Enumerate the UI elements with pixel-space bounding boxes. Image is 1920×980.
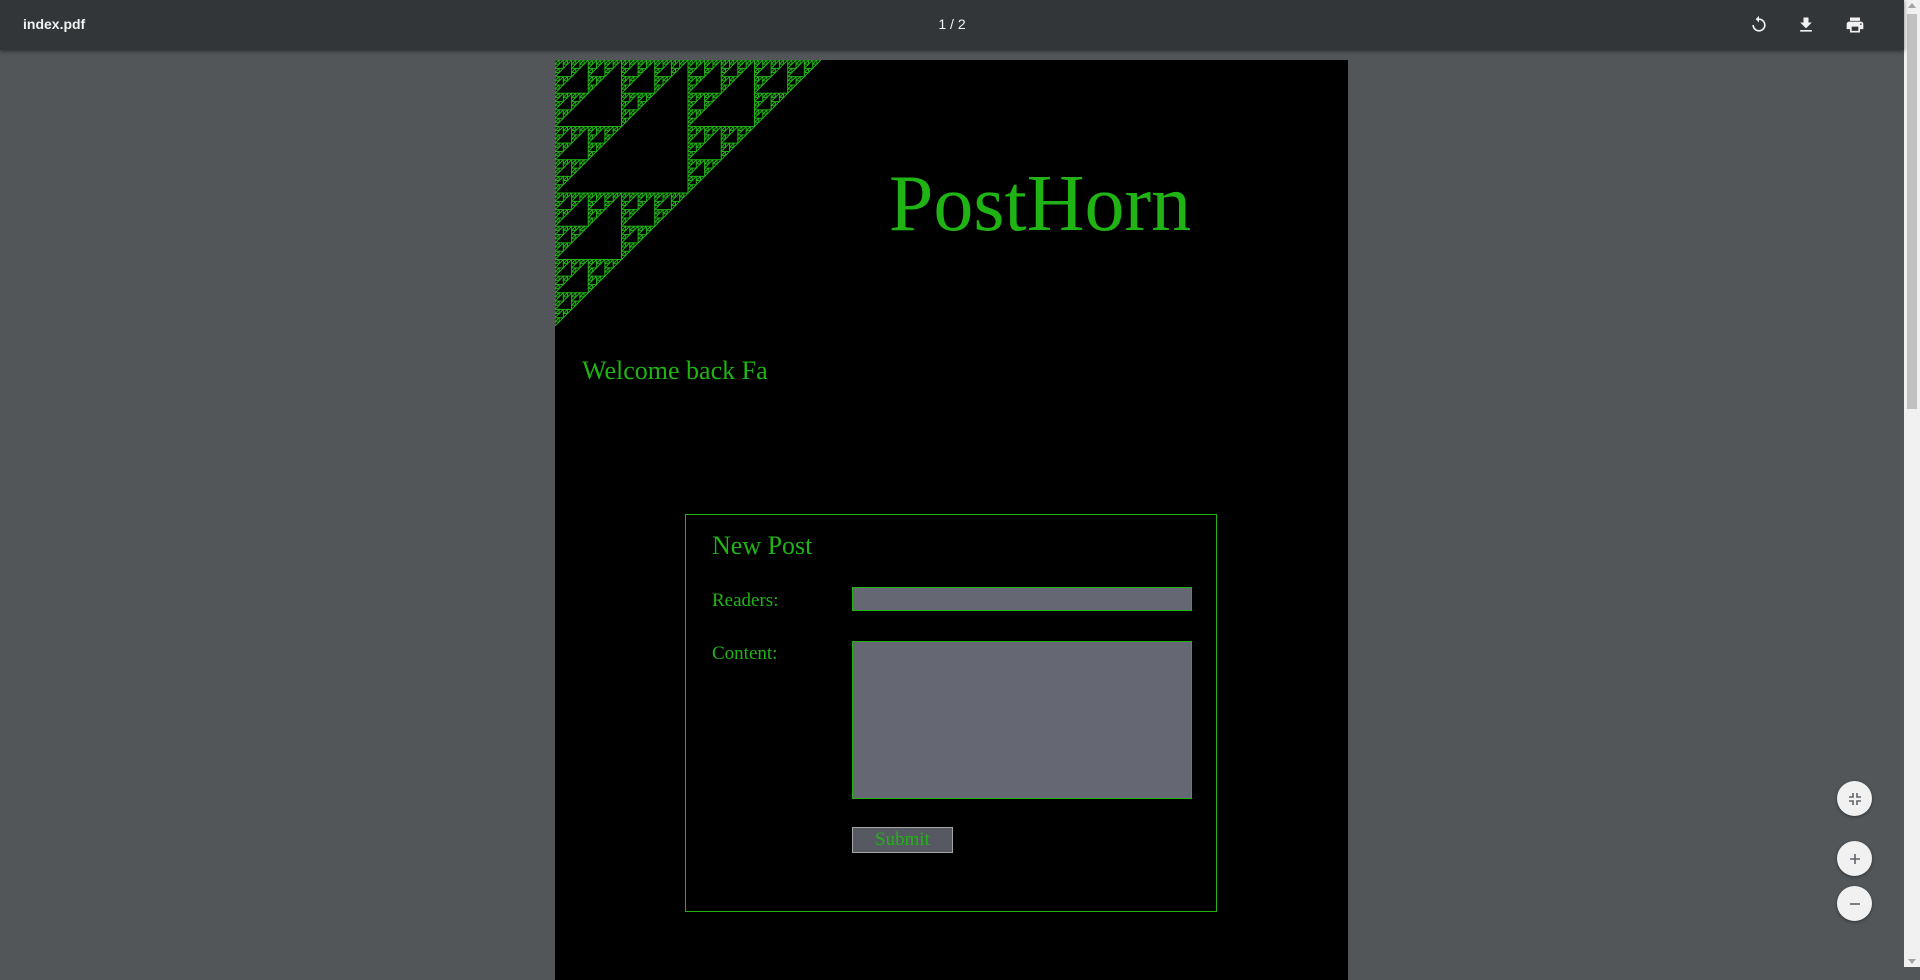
new-post-form: New Post Readers: Content: Submit	[685, 514, 1217, 912]
readers-input[interactable]	[852, 587, 1192, 611]
zoom-in-button[interactable]	[1837, 841, 1872, 876]
viewer-scrollbar[interactable]	[1904, 0, 1920, 967]
new-post-heading: New Post	[712, 531, 813, 560]
scroll-down-arrow-icon[interactable]	[1908, 959, 1916, 964]
pdf-page: PostHorn Welcome back Fa New Post Reader…	[555, 60, 1348, 980]
print-button[interactable]	[1840, 10, 1870, 40]
submit-button[interactable]: Submit	[852, 827, 953, 853]
content-textarea[interactable]	[852, 641, 1192, 799]
zoom-out-button[interactable]	[1837, 886, 1872, 921]
readers-label: Readers:	[712, 590, 779, 611]
rotate-icon	[1752, 15, 1766, 32]
rotate-button[interactable]	[1744, 10, 1774, 40]
pdf-toolbar: index.pdf 1 / 2	[0, 0, 1904, 50]
fit-to-page-icon	[1848, 792, 1861, 805]
site-title: PostHorn	[888, 160, 1192, 248]
content-label: Content:	[712, 643, 778, 664]
download-button[interactable]	[1791, 10, 1821, 40]
page-indicator: 1 / 2	[938, 16, 966, 32]
sierpinski-triangle-logo	[555, 60, 821, 326]
scroll-up-arrow-icon[interactable]	[1908, 3, 1916, 8]
zoom-in-icon	[1849, 853, 1860, 864]
print-icon	[1846, 17, 1864, 33]
welcome-message: Welcome back Fa	[582, 356, 768, 385]
zoom-out-icon	[1849, 902, 1860, 905]
fit-to-page-button[interactable]	[1837, 781, 1872, 816]
download-icon	[1800, 17, 1812, 32]
scrollbar-thumb[interactable]	[1907, 14, 1917, 409]
